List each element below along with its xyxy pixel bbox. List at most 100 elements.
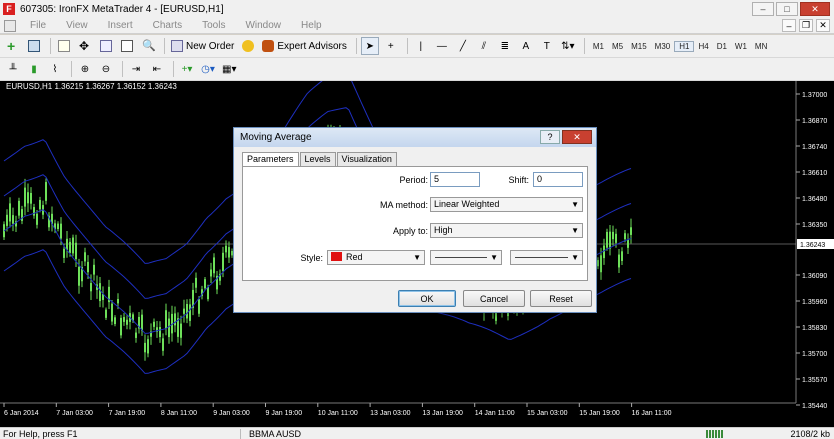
- metaeditor-icon: [242, 40, 255, 52]
- expert-advisors-button[interactable]: Expert Advisors: [260, 37, 348, 55]
- price-tick-label: 1.35570: [802, 377, 827, 384]
- candle-body: [222, 252, 224, 272]
- price-tick-label: 1.36090: [802, 273, 827, 280]
- profiles-button[interactable]: [25, 37, 43, 55]
- line-width-select[interactable]: ▼: [510, 250, 583, 265]
- tab-parameters[interactable]: Parameters: [242, 152, 299, 166]
- menu-window[interactable]: Window: [235, 20, 291, 31]
- mdi-restore-button[interactable]: ❐: [799, 19, 813, 32]
- channel-icon: ⫽: [481, 40, 487, 52]
- crosshair-tool-button[interactable]: +: [382, 37, 400, 55]
- zoom-in-button[interactable]: ⊕: [76, 60, 94, 78]
- tf-w1[interactable]: W1: [731, 42, 751, 51]
- menu-file[interactable]: File: [20, 20, 56, 31]
- bar-chart-button[interactable]: ╨: [4, 60, 22, 78]
- auto-scroll-button[interactable]: ⇥: [127, 60, 145, 78]
- text-tool-button[interactable]: A: [517, 37, 535, 55]
- new-order-button[interactable]: New Order: [169, 37, 236, 55]
- channel-button[interactable]: ⫽: [475, 37, 493, 55]
- apply-to-select[interactable]: High ▼: [430, 223, 583, 238]
- vertical-line-button[interactable]: |: [412, 37, 430, 55]
- tf-mn[interactable]: MN: [751, 42, 771, 51]
- cursor-tool-button[interactable]: ➤: [360, 37, 379, 55]
- reset-button[interactable]: Reset: [530, 290, 592, 307]
- arrows-button[interactable]: ⇅▾: [559, 37, 577, 55]
- chart-window-icon[interactable]: [4, 19, 16, 32]
- tab-levels[interactable]: Levels: [299, 152, 336, 166]
- candle-body: [117, 299, 119, 304]
- line-style-select[interactable]: ▼: [430, 250, 502, 265]
- navigator-icon: [100, 40, 112, 52]
- chevron-down-icon: ▼: [571, 226, 579, 235]
- current-price-label: 1.36243: [800, 242, 825, 249]
- expert-advisors-icon: [262, 40, 275, 52]
- dialog-title: Moving Average: [240, 132, 312, 143]
- candle-body: [45, 182, 47, 201]
- time-tick-label: 15 Jan 19:00: [579, 410, 620, 417]
- line-chart-button[interactable]: ⌇: [46, 60, 64, 78]
- candle-body: [174, 313, 176, 326]
- indicators-button[interactable]: +▾: [178, 60, 196, 78]
- horizontal-line-button[interactable]: —: [433, 37, 451, 55]
- trendline-button[interactable]: ╱: [454, 37, 472, 55]
- text-label-button[interactable]: T: [538, 37, 556, 55]
- tf-m15[interactable]: M15: [627, 42, 651, 51]
- candle-body: [99, 283, 101, 302]
- maximize-button[interactable]: □: [776, 2, 798, 16]
- time-tick-label: 16 Jan 11:00: [632, 410, 672, 417]
- menu-tools[interactable]: Tools: [192, 20, 235, 31]
- tf-h4[interactable]: H4: [694, 42, 712, 51]
- data-window-button[interactable]: ✥: [76, 37, 94, 55]
- terminal-button[interactable]: [118, 37, 136, 55]
- zoom-out-button[interactable]: ⊖: [97, 60, 115, 78]
- price-tick-label: 1.35440: [802, 403, 827, 410]
- tf-m1[interactable]: M1: [589, 42, 608, 51]
- time-tick-label: 9 Jan 19:00: [266, 410, 303, 417]
- menu-charts[interactable]: Charts: [143, 20, 192, 31]
- market-watch-button[interactable]: [55, 37, 73, 55]
- shift-input[interactable]: 0: [533, 172, 583, 187]
- chevron-down-icon: ▼: [490, 253, 498, 262]
- metaeditor-button[interactable]: [239, 37, 257, 55]
- candlestick-icon: ▮: [31, 63, 37, 75]
- mdi-minimize-button[interactable]: –: [782, 19, 796, 32]
- shift-label: Shift:: [508, 175, 529, 185]
- candle-body: [84, 252, 86, 262]
- candle-body: [603, 245, 605, 259]
- period-label: Period:: [399, 175, 428, 185]
- tf-h1[interactable]: H1: [674, 40, 695, 52]
- color-swatch: [331, 252, 342, 261]
- chart-shift-button[interactable]: ⇤: [148, 60, 166, 78]
- style-color-select[interactable]: Red ▼: [327, 250, 425, 265]
- menu-help[interactable]: Help: [291, 20, 332, 31]
- candle-body: [600, 255, 602, 273]
- tf-m30[interactable]: M30: [651, 42, 675, 51]
- period-input[interactable]: 5: [430, 172, 480, 187]
- menu-insert[interactable]: Insert: [98, 20, 143, 31]
- periods-button[interactable]: ◷▾: [199, 60, 217, 78]
- fibonacci-button[interactable]: ≣: [496, 37, 514, 55]
- navigator-button[interactable]: [97, 37, 115, 55]
- ma-method-select[interactable]: Linear Weighted ▼: [430, 197, 583, 212]
- dialog-help-button[interactable]: ?: [540, 130, 560, 144]
- fibonacci-icon: ≣: [500, 40, 510, 52]
- status-help: For Help, press F1: [3, 428, 78, 439]
- templates-button[interactable]: ▦▾: [220, 60, 238, 78]
- tf-m5[interactable]: M5: [608, 42, 627, 51]
- tab-visualization[interactable]: Visualization: [336, 152, 397, 166]
- close-button[interactable]: ✕: [800, 2, 830, 16]
- mdi-close-button[interactable]: ✕: [816, 19, 830, 32]
- menu-view[interactable]: View: [56, 20, 98, 31]
- cancel-button[interactable]: Cancel: [463, 290, 525, 307]
- line-width-sample: [515, 257, 568, 258]
- candlestick-button[interactable]: ▮: [25, 60, 43, 78]
- candle-body: [186, 303, 188, 319]
- tf-d1[interactable]: D1: [713, 42, 731, 51]
- new-chart-button[interactable]: +: [4, 37, 22, 55]
- time-tick-label: 13 Jan 03:00: [370, 410, 411, 417]
- ok-button[interactable]: OK: [398, 290, 456, 307]
- strategy-tester-button[interactable]: 🔍: [139, 37, 157, 55]
- dialog-close-button[interactable]: ✕: [562, 130, 592, 144]
- minimize-button[interactable]: –: [752, 2, 774, 16]
- candle-body: [120, 317, 122, 336]
